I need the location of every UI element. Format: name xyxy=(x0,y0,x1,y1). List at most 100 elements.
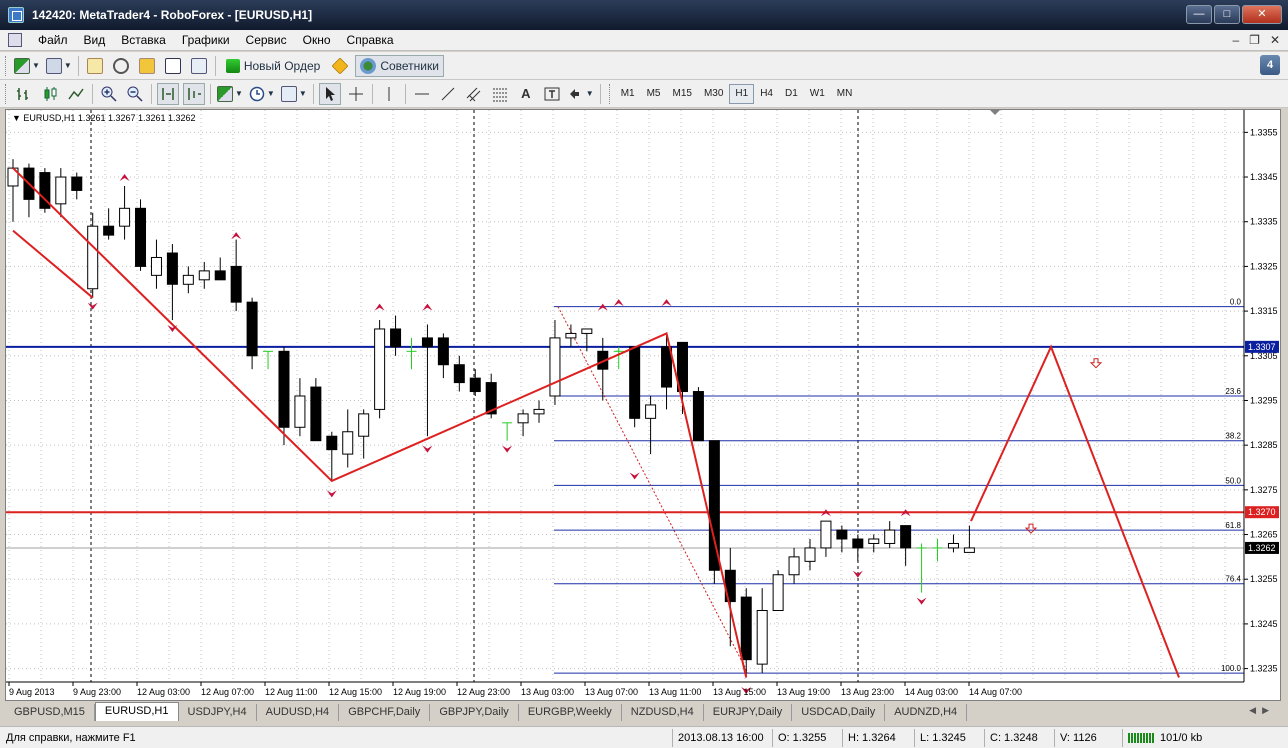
vertical-line-button[interactable] xyxy=(378,83,400,105)
price-tick-label: 1.3255 xyxy=(1250,574,1278,584)
time-tick-label: 12 Aug 19:00 xyxy=(393,687,446,697)
autoscroll-button[interactable] xyxy=(157,82,179,105)
fractal-up-arrow xyxy=(374,303,385,311)
chart-canvas[interactable]: 0.0 23.6 38.2 50.0 61.8 76.4 100.0 1.3355 1.3345… xyxy=(6,110,1280,700)
zoom-in-button[interactable] xyxy=(98,83,120,105)
bar-chart-button[interactable] xyxy=(13,83,35,105)
status-divider xyxy=(984,729,985,747)
toolbar-grip[interactable] xyxy=(5,55,8,76)
horizontal-line-button[interactable] xyxy=(411,83,433,105)
status-bar: Для справки, нажмите F1 2013.08.13 16:00… xyxy=(0,726,1288,748)
menu-charts[interactable]: Графики xyxy=(174,33,238,47)
menu-window[interactable]: Окно xyxy=(295,33,339,47)
tab-scroll-arrows[interactable]: ◀▶ xyxy=(1249,705,1275,716)
tab-eurusd-h1[interactable]: EURUSD,H1 xyxy=(94,702,179,721)
advisors-button[interactable]: Советники xyxy=(355,54,444,77)
charts-toolbar: ▼ ▼ ▼ A ▼ M1 M5 M15 M30 H1 H4 D1 W1 MN xyxy=(0,80,1288,108)
timeframe-d1[interactable]: D1 xyxy=(779,84,804,104)
tab-eurjpy-daily[interactable]: EURJPY,Daily xyxy=(704,704,793,721)
advisors-label: Советники xyxy=(380,58,439,73)
indicators-button[interactable]: ▼ xyxy=(216,83,244,105)
arrows-button[interactable]: ▼ xyxy=(567,83,595,105)
tab-audusd-h4[interactable]: AUDUSD,H4 xyxy=(257,704,340,721)
notifications-badge[interactable]: 4 xyxy=(1260,55,1280,75)
timeframe-h4[interactable]: H4 xyxy=(754,84,779,104)
chart-window-icon[interactable] xyxy=(8,33,22,47)
timeframe-h1[interactable]: H1 xyxy=(729,83,755,104)
fibonacci-button[interactable] xyxy=(489,83,511,105)
menu-help[interactable]: Справка xyxy=(339,33,402,47)
candlestick-icon xyxy=(44,86,57,101)
status-low: L: 1.3245 xyxy=(920,732,966,744)
menu-tools[interactable]: Сервис xyxy=(238,33,295,47)
equidistant-channel-button[interactable] xyxy=(463,83,485,105)
candle-body xyxy=(166,252,178,285)
toolbar-grip[interactable] xyxy=(608,83,612,104)
price-tick-label: 1.3265 xyxy=(1250,530,1278,540)
tab-gbpusd-m15[interactable]: GBPUSD,M15 xyxy=(5,704,95,721)
tab-gbpjpy-daily[interactable]: GBPJPY,Daily xyxy=(430,704,519,721)
tab-gbpchf-daily[interactable]: GBPCHF,Daily xyxy=(339,704,431,721)
text-tool-button[interactable]: A xyxy=(515,83,537,105)
maximize-button[interactable]: □ xyxy=(1214,5,1240,24)
time-tick-label: 12 Aug 03:00 xyxy=(137,687,190,697)
price-tick-label: 1.3235 xyxy=(1250,664,1278,674)
tab-eurgbp-weekly[interactable]: EURGBP,Weekly xyxy=(519,704,622,721)
standard-toolbar: ▼ ▼ Новый Ордер Советники 4 xyxy=(0,52,1288,80)
menu-insert[interactable]: Вставка xyxy=(113,33,174,47)
timeframe-m1[interactable]: M1 xyxy=(615,84,641,104)
price-chart[interactable]: 0.0 23.6 38.2 50.0 61.8 76.4 100.0 1.3355 1.3345… xyxy=(5,109,1281,701)
market-watch-button[interactable] xyxy=(84,55,106,77)
text-label-button[interactable] xyxy=(541,83,563,105)
zoom-out-button[interactable] xyxy=(124,83,146,105)
toolbar-separator xyxy=(77,55,79,76)
menu-bar: Файл Вид Вставка Графики Сервис Окно Спр… xyxy=(0,30,1288,51)
tab-usdcad-daily[interactable]: USDCAD,Daily xyxy=(792,704,886,721)
tab-audnzd-h4[interactable]: AUDNZD,H4 xyxy=(885,704,968,721)
crosshair-button[interactable] xyxy=(345,83,367,105)
chart-shift-button[interactable] xyxy=(183,82,205,105)
candlestick-button[interactable] xyxy=(39,83,61,105)
line-chart-button[interactable] xyxy=(65,83,87,105)
chart-tabs: GBPUSD,M15 EURUSD,H1 USDJPY,H4 AUDUSD,H4… xyxy=(5,702,1281,721)
templates-button[interactable]: ▼ xyxy=(280,83,308,105)
close-button[interactable]: ✕ xyxy=(1242,5,1282,24)
minimize-button[interactable]: — xyxy=(1186,5,1212,24)
fractal-down-arrow xyxy=(502,445,513,453)
data-window-button[interactable] xyxy=(110,55,132,77)
candle-body xyxy=(230,265,242,303)
candle-body xyxy=(342,431,354,455)
status-divider xyxy=(672,729,673,747)
new-order-button[interactable]: Новый Ордер xyxy=(221,55,325,77)
terminal-button[interactable] xyxy=(162,55,184,77)
mdi-restore-icon[interactable]: ❐ xyxy=(1249,33,1260,47)
menu-view[interactable]: Вид xyxy=(76,33,114,47)
tab-nzdusd-h4[interactable]: NZDUSD,H4 xyxy=(622,704,704,721)
timeframe-w1[interactable]: W1 xyxy=(804,84,831,104)
periods-button[interactable]: ▼ xyxy=(248,83,276,105)
mdi-minimize-icon[interactable]: – xyxy=(1232,33,1239,47)
cursor-button[interactable] xyxy=(318,82,341,105)
candle-body xyxy=(820,520,832,549)
toolbar-grip[interactable] xyxy=(5,83,8,104)
timeframe-m5[interactable]: M5 xyxy=(641,84,667,104)
price-tick-label: 1.3345 xyxy=(1250,172,1278,182)
new-chart-button[interactable]: ▼ xyxy=(13,55,41,77)
time-tick-label: 12 Aug 11:00 xyxy=(265,687,317,697)
tab-usdjpy-h4[interactable]: USDJPY,H4 xyxy=(179,704,257,721)
candle-body xyxy=(629,346,641,419)
timeframe-m30[interactable]: M30 xyxy=(698,84,729,104)
timeframe-m15[interactable]: M15 xyxy=(667,84,698,104)
mdi-close-icon[interactable]: ✕ xyxy=(1270,33,1280,47)
menu-file[interactable]: Файл xyxy=(30,33,76,47)
candle-body xyxy=(421,337,433,348)
timeframe-mn[interactable]: MN xyxy=(831,84,859,104)
navigator-button[interactable] xyxy=(136,55,158,77)
strategy-tester-button[interactable] xyxy=(188,55,210,77)
title-bar[interactable]: 142420: MetaTrader4 - RoboForex - [EURUS… xyxy=(0,0,1288,30)
metaeditor-button[interactable] xyxy=(329,55,351,77)
trendline-button[interactable] xyxy=(437,83,459,105)
fractal-down-arrow xyxy=(87,302,98,310)
price-tick-label: 1.3355 xyxy=(1250,127,1278,137)
profiles-button[interactable]: ▼ xyxy=(45,55,73,77)
